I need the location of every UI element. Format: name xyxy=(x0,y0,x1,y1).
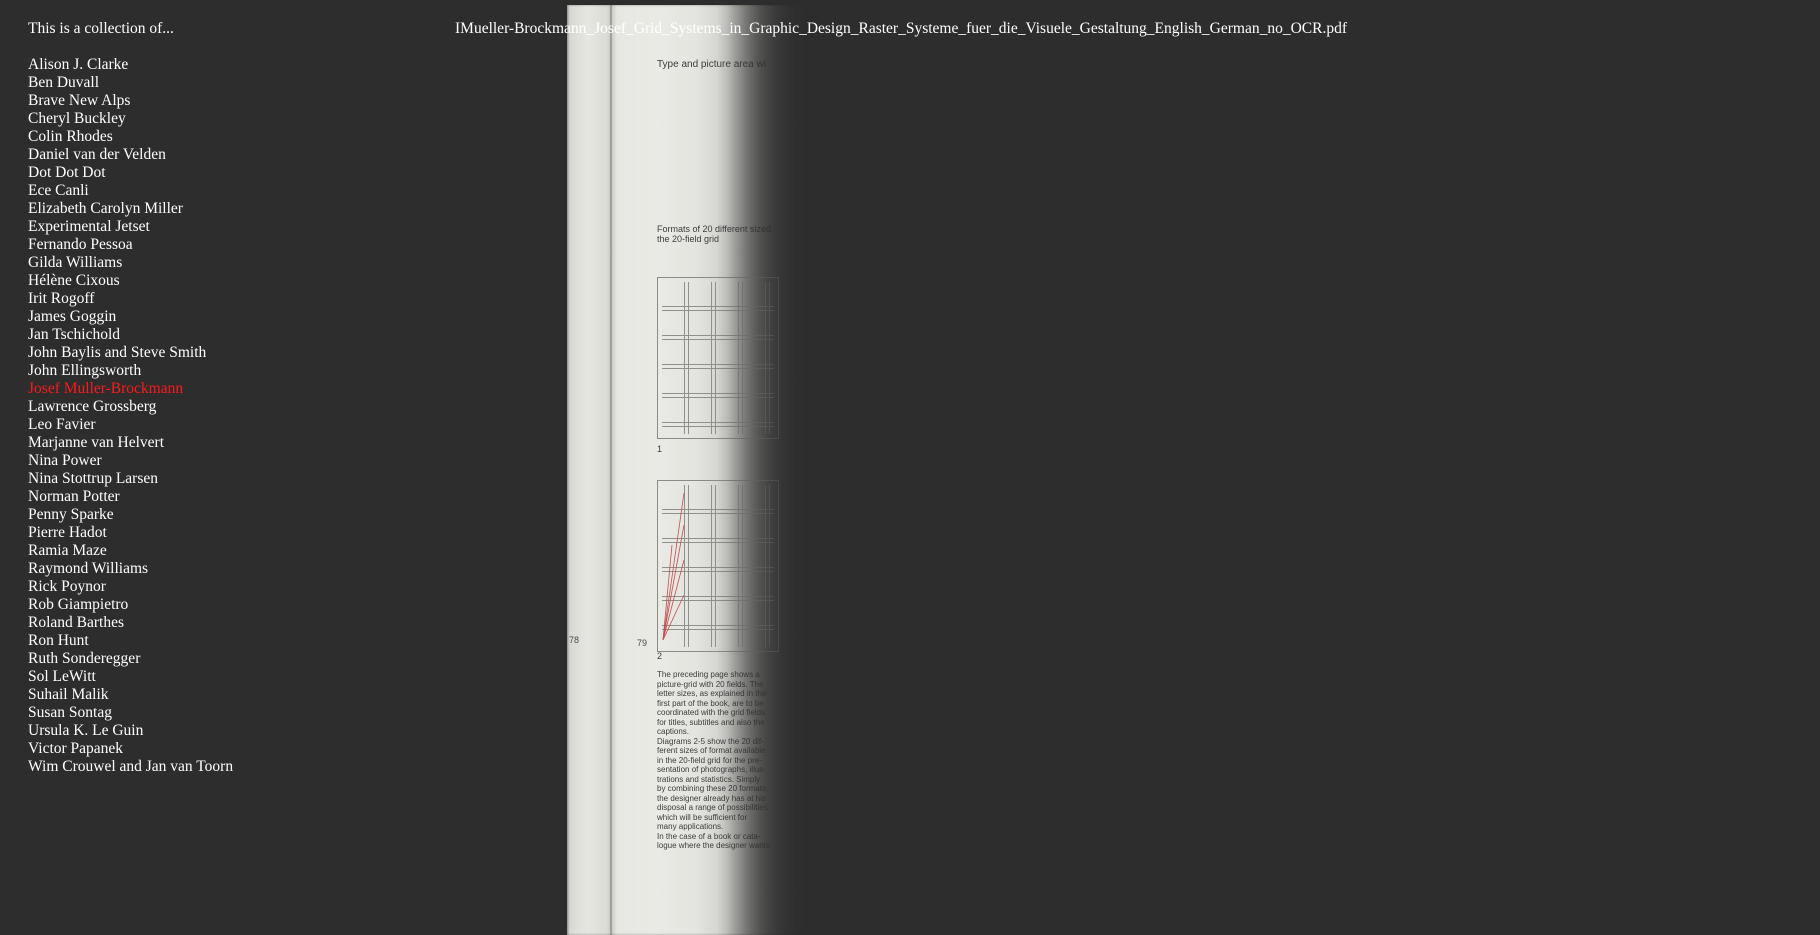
body-text-line: trations and statistics. Simply xyxy=(657,774,761,784)
diagram-red-lines xyxy=(662,492,685,641)
caption-top-line-1: Formats of 20 different sized xyxy=(657,224,771,234)
page-heading: Type and picture area wi xyxy=(657,59,766,70)
pdf-page-spread: Type and picture area wi Formats of 20 d… xyxy=(567,5,810,935)
body-text-line: for titles, subtitles and also the xyxy=(657,717,765,727)
author-link[interactable]: Roland Barthes xyxy=(28,614,428,632)
grid-diagram-2 xyxy=(657,480,779,652)
author-link[interactable]: Ben Duvall xyxy=(28,74,428,92)
body-text-line: in the 20-field grid for the pre- xyxy=(657,755,762,765)
page-number-left: 78 xyxy=(569,635,580,645)
body-text-line: picture-grid with 20 fields. The xyxy=(657,679,764,689)
author-link[interactable]: Susan Sontag xyxy=(28,704,428,722)
author-link[interactable]: Raymond Williams xyxy=(28,560,428,578)
author-link[interactable]: Brave New Alps xyxy=(28,92,428,110)
author-link[interactable]: Ruth Sonderegger xyxy=(28,650,428,668)
author-link[interactable]: Ron Hunt xyxy=(28,632,428,650)
author-link[interactable]: James Goggin xyxy=(28,308,428,326)
author-link[interactable]: Wim Crouwel and Jan van Toorn xyxy=(28,758,428,776)
author-link[interactable]: Ece Canli xyxy=(28,182,428,200)
author-link[interactable]: Leo Favier xyxy=(28,416,428,434)
author-link[interactable]: Daniel van der Velden xyxy=(28,146,428,164)
author-link[interactable]: Elizabeth Carolyn Miller xyxy=(28,200,428,218)
author-link[interactable]: Nina Power xyxy=(28,452,428,470)
author-link[interactable]: Josef Muller-Brockmann xyxy=(28,380,428,398)
grid-diagram-1 xyxy=(657,277,779,439)
figure-label-1: 1 xyxy=(657,444,663,454)
author-link[interactable]: Penny Sparke xyxy=(28,506,428,524)
author-link[interactable]: Sol LeWitt xyxy=(28,668,428,686)
author-link[interactable]: Fernando Pessoa xyxy=(28,236,428,254)
body-text-line: disposal a range of possibilities xyxy=(657,803,768,812)
author-link[interactable]: Cheryl Buckley xyxy=(28,110,428,128)
body-text-line: first part of the book, are to be xyxy=(657,698,764,708)
body-text-line: by combining these 20 formats, xyxy=(657,784,769,793)
collection-intro: This is a collection of... xyxy=(28,20,174,37)
author-link[interactable]: Colin Rhodes xyxy=(28,128,428,146)
collection-sidebar: This is a collection of... Alison J. Cla… xyxy=(28,20,428,776)
body-text-line: ferent sizes of format available xyxy=(657,746,766,755)
body-text-line: letter sizes, as explained in the xyxy=(657,689,767,698)
author-link[interactable]: Nina Stottrup Larsen xyxy=(28,470,428,488)
author-link[interactable]: John Baylis and Steve Smith xyxy=(28,344,428,362)
author-link[interactable]: Marjanne van Helvert xyxy=(28,434,428,452)
author-link[interactable]: Experimental Jetset xyxy=(28,218,428,236)
body-text-line: captions. xyxy=(657,727,690,736)
body-text-line: Diagrams 2-5 show the 20 dif- xyxy=(657,736,764,746)
body-text-line: many applications. xyxy=(657,822,724,831)
author-link[interactable]: Irit Rogoff xyxy=(28,290,428,308)
document-filename: IMueller-Brockmann_Josef_Grid_Systems_in… xyxy=(455,20,1347,37)
body-text-line: In the case of a book or cata- xyxy=(657,831,761,841)
author-link[interactable]: Victor Papanek xyxy=(28,740,428,758)
author-link[interactable]: Ursula K. Le Guin xyxy=(28,722,428,740)
author-link[interactable]: Alison J. Clarke xyxy=(28,56,428,74)
author-link[interactable]: Jan Tschichold xyxy=(28,326,428,344)
body-text-line: which will be sufficient for xyxy=(657,812,748,822)
author-link[interactable]: Suhail Malik xyxy=(28,686,428,704)
author-link[interactable]: Rob Giampietro xyxy=(28,596,428,614)
body-text-line: sentation of photographs, illus- xyxy=(657,765,766,774)
body-text-line: The preceding page shows a xyxy=(657,670,760,679)
grid-lines xyxy=(662,282,774,434)
author-link[interactable]: Rick Poynor xyxy=(28,578,428,596)
author-link[interactable]: John Ellingsworth xyxy=(28,362,428,380)
author-link[interactable]: Lawrence Grossberg xyxy=(28,398,428,416)
body-text-line: the designer already has at his xyxy=(657,793,766,803)
page-number-right: 79 xyxy=(637,638,648,648)
author-link[interactable]: Ramia Maze xyxy=(28,542,428,560)
figure-label-2: 2 xyxy=(657,651,663,661)
author-link[interactable]: Gilda Williams xyxy=(28,254,428,272)
author-link[interactable]: Hélène Cixous xyxy=(28,272,428,290)
author-list: Alison J. Clarke Ben Duvall Brave New Alps… xyxy=(28,56,428,776)
author-link[interactable]: Norman Potter xyxy=(28,488,428,506)
author-link[interactable]: Dot Dot Dot xyxy=(28,164,428,182)
body-text-line: coordinated with the grid fields xyxy=(657,708,766,717)
body-text-line: logue where the designer wants xyxy=(657,841,770,850)
page-gutter xyxy=(610,5,612,935)
author-link[interactable]: Pierre Hadot xyxy=(28,524,428,542)
caption-top-line-2: the 20-field grid xyxy=(657,234,720,244)
pdf-viewer[interactable]: Type and picture area wi Formats of 20 d… xyxy=(567,5,810,935)
